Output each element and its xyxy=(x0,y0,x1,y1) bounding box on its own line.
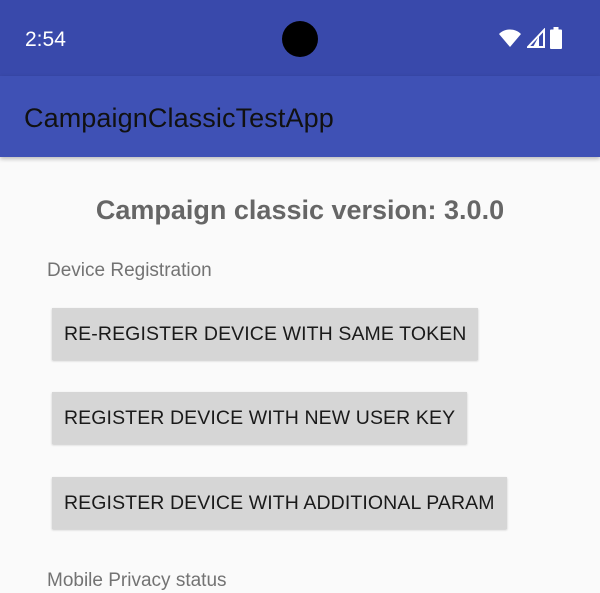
battery-icon xyxy=(550,27,562,49)
status-bar: 2:54 xyxy=(0,0,600,76)
app-title: CampaignClassicTestApp xyxy=(24,103,334,133)
mobile-privacy-status-label: Mobile Privacy status xyxy=(47,570,227,591)
register-new-user-key-button[interactable]: REGISTER DEVICE WITH NEW USER KEY xyxy=(52,392,468,444)
cell-signal-icon xyxy=(527,28,545,48)
status-icons xyxy=(498,27,562,49)
wifi-icon xyxy=(499,29,521,47)
version-text: Campaign classic version: 3.0.0 xyxy=(95,195,505,225)
front-camera-cutout xyxy=(282,21,318,57)
re-register-same-token-button[interactable]: RE-REGISTER DEVICE WITH SAME TOKEN xyxy=(52,308,479,360)
main-content: Campaign classic version: 3.0.0 Device R… xyxy=(0,157,600,592)
register-additional-param-button[interactable]: REGISTER DEVICE WITH ADDITIONAL PARAM xyxy=(52,477,507,529)
status-time: 2:54 xyxy=(25,28,66,51)
device-registration-label: Device Registration xyxy=(47,260,212,281)
